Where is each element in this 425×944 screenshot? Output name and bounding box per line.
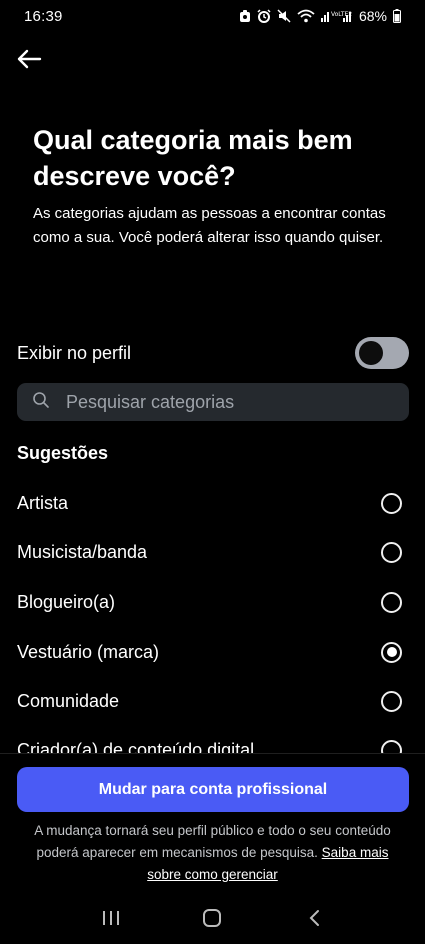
show-on-profile-row: Exibir no perfil <box>17 334 409 372</box>
status-icons: VoLTE2 68% <box>239 8 401 24</box>
divider <box>0 753 425 754</box>
category-item-criador-conteudo-digital[interactable]: Criador(a) de conteúdo digital <box>17 728 409 753</box>
back-button[interactable] <box>12 46 46 76</box>
search-bar <box>17 383 409 421</box>
category-item-comunidade[interactable]: Comunidade <box>17 679 409 723</box>
category-list: Artista Musicista/banda Blogueiro(a) Ves… <box>0 478 425 753</box>
radio-button[interactable] <box>381 739 402 753</box>
status-bar: 16:39 VoLTE2 68% <box>0 0 425 32</box>
category-label: Comunidade <box>17 690 120 711</box>
category-item-blogueiro[interactable]: Blogueiro(a) <box>17 580 409 624</box>
battery-percent: 68% <box>358 8 387 24</box>
suggestions-title: Sugestões <box>17 443 109 463</box>
radio-button[interactable] <box>381 591 402 613</box>
home-icon <box>202 908 222 933</box>
radio-button[interactable] <box>381 541 402 563</box>
chevron-left-icon <box>307 909 321 932</box>
switch-to-professional-button[interactable]: Mudar para conta profissional <box>17 767 409 812</box>
show-on-profile-label: Exibir no perfil <box>17 342 132 363</box>
mute-icon <box>277 9 291 23</box>
category-label: Artista <box>17 492 69 513</box>
category-label: Musicista/banda <box>17 541 148 562</box>
nav-back-button[interactable] <box>294 900 334 940</box>
signal-icon: VoLTE2 <box>320 9 353 23</box>
system-nav-bar <box>0 896 425 944</box>
category-item-vestuario-marca[interactable]: Vestuário (marca) <box>17 630 409 674</box>
recent-apps-icon <box>102 910 120 931</box>
show-on-profile-toggle[interactable] <box>355 337 409 369</box>
battery-icon <box>393 9 401 23</box>
home-button[interactable] <box>192 900 232 940</box>
toggle-knob <box>359 341 383 365</box>
wifi-icon <box>297 9 315 23</box>
recent-apps-button[interactable] <box>91 900 131 940</box>
radio-button[interactable] <box>381 492 402 514</box>
arrow-left-icon <box>16 49 42 74</box>
category-label: Vestuário (marca) <box>17 641 160 662</box>
app-icon <box>239 9 251 23</box>
page-title: Qual categoria mais bem descreve você? <box>33 125 353 191</box>
footer-disclaimer: A mudança tornará seu perfil público e t… <box>20 820 405 886</box>
radio-button-selected[interactable] <box>381 641 402 663</box>
search-input[interactable] <box>66 391 386 413</box>
category-label: Criador(a) de conteúdo digital <box>17 739 255 754</box>
page-subtitle: As categorias ajudam as pessoas a encont… <box>33 205 386 246</box>
alarm-icon <box>257 9 271 23</box>
category-item-artista[interactable]: Artista <box>17 481 409 525</box>
category-label: Blogueiro(a) <box>17 591 116 612</box>
category-item-musicista-banda[interactable]: Musicista/banda <box>17 530 409 574</box>
radio-button[interactable] <box>381 690 402 712</box>
search-icon <box>32 391 50 414</box>
status-time: 16:39 <box>24 7 63 25</box>
